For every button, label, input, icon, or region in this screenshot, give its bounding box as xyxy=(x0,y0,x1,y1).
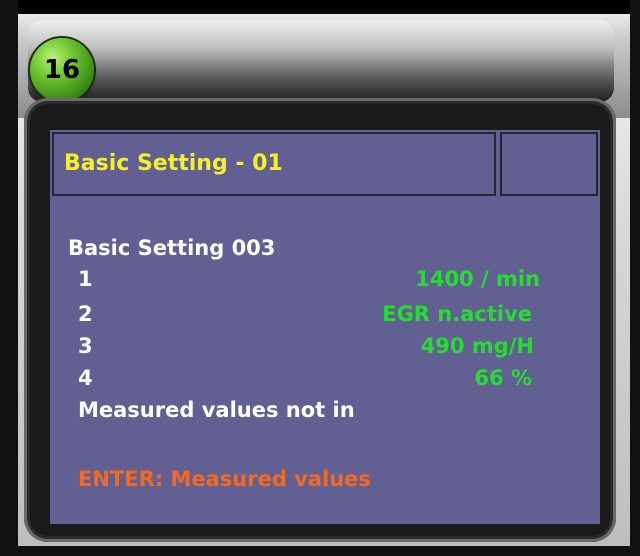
enter-hint: ENTER: Measured values xyxy=(78,467,371,491)
row-value: 66 % xyxy=(474,366,532,390)
screen-title: Basic Setting - 01 xyxy=(64,151,283,176)
group-label: Basic Setting 003 xyxy=(68,236,276,260)
top-edge xyxy=(0,0,640,14)
row-index: 2 xyxy=(78,302,93,326)
left-edge xyxy=(0,0,18,556)
header-bar xyxy=(28,20,614,102)
step-number-badge: 16 xyxy=(30,38,94,102)
row-index: 4 xyxy=(78,366,93,390)
status-message: Measured values not in xyxy=(78,398,355,422)
row-index: 3 xyxy=(78,334,93,358)
title-side-box xyxy=(500,132,598,196)
row-value: 490 mg/H xyxy=(420,334,534,358)
row-value: EGR n.active xyxy=(382,302,532,326)
row-index: 1 xyxy=(78,267,93,291)
row-value: 1400 / min xyxy=(415,267,540,291)
bottom-edge xyxy=(0,546,640,556)
right-edge xyxy=(630,0,640,556)
